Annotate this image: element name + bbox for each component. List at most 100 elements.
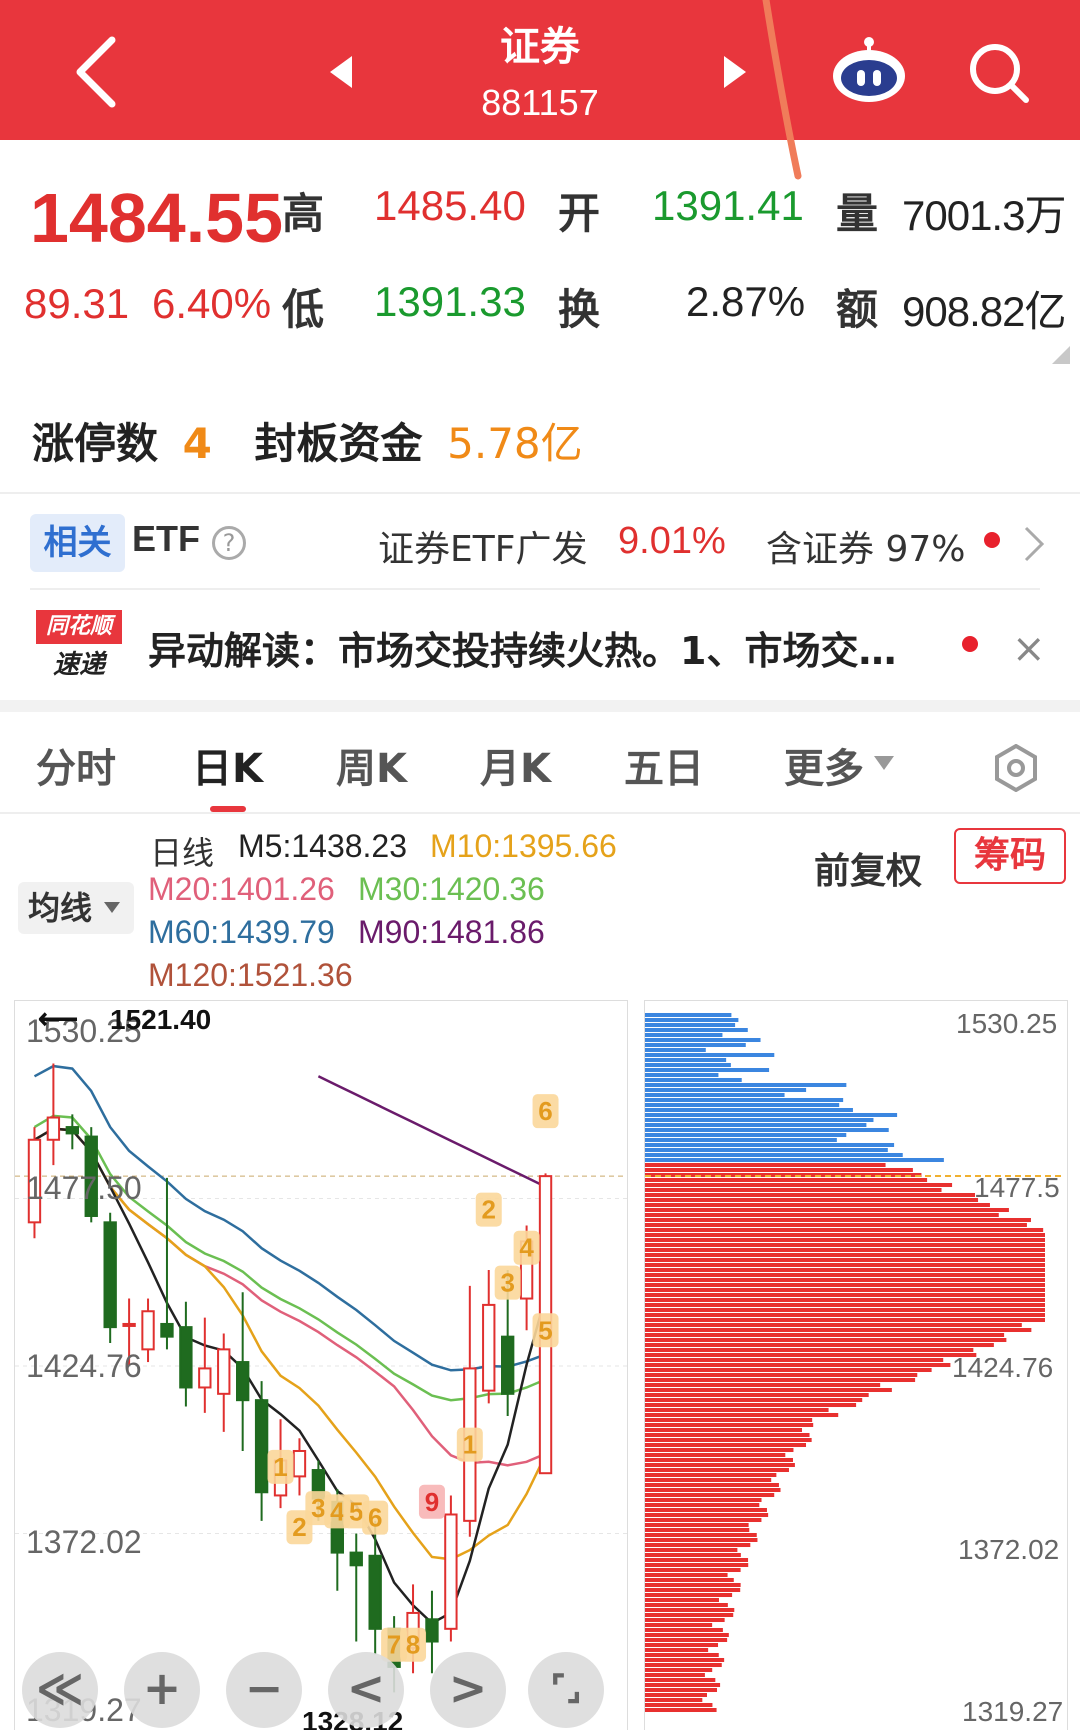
chip-bar-profit xyxy=(645,1103,840,1107)
chip-bar-loss xyxy=(645,1223,1027,1227)
chip-bar-loss xyxy=(645,1323,1022,1327)
fullscreen-button[interactable]: ⌜⌟ xyxy=(528,1652,604,1728)
ma90-line xyxy=(317,1075,547,1188)
step-right-button[interactable]: > xyxy=(430,1652,506,1728)
search-icon[interactable] xyxy=(968,42,1030,104)
chip-bar-loss xyxy=(645,1163,886,1167)
chip-bar-profit xyxy=(645,1123,867,1127)
chip-bar-loss xyxy=(645,1208,1009,1212)
chip-bar-loss xyxy=(645,1408,829,1412)
chip-bar-loss xyxy=(645,1303,1045,1307)
tab-weekly-k[interactable]: 周K xyxy=(336,736,407,794)
chip-bar-loss xyxy=(645,1418,813,1422)
signal-marker-label: 4 xyxy=(519,1233,534,1263)
limit-up-row: 涨停数 4 封板资金 5.78亿 xyxy=(32,410,593,471)
news-headline[interactable]: 异动解读：市场交投持续火热。1、市场交… xyxy=(148,620,950,675)
chip-bar-loss xyxy=(645,1578,734,1582)
chip-bar-loss xyxy=(645,1708,717,1712)
high-value: 1485.40 xyxy=(374,182,526,229)
high-label: 高 xyxy=(282,189,325,238)
candle-body xyxy=(501,1335,515,1395)
turnover-label: 换 xyxy=(558,285,601,334)
chip-bar-loss xyxy=(645,1583,741,1587)
signal-marker-label: 5 xyxy=(349,1496,363,1526)
chip-bar-loss xyxy=(645,1178,928,1182)
chip-bar-loss xyxy=(645,1423,814,1427)
divider xyxy=(0,492,1080,494)
chip-bar-profit xyxy=(645,1148,888,1152)
chip-bar-loss xyxy=(645,1628,723,1632)
chip-bar-profit xyxy=(645,1153,903,1157)
chip-bar-profit xyxy=(645,1048,706,1052)
divider xyxy=(0,812,1080,814)
chip-bar-loss xyxy=(645,1503,760,1507)
news-flash-row[interactable]: 同花顺 速递 异动解读：市场交投持续火热。1、市场交… × xyxy=(0,600,1080,690)
tab-five-day[interactable]: 五日 xyxy=(624,736,704,794)
chip-bar-loss xyxy=(645,1188,942,1192)
chip-bar-loss xyxy=(645,1508,767,1512)
chip-bar-loss xyxy=(645,1358,944,1362)
signal-marker-label: 9 xyxy=(425,1487,439,1517)
related-etf-row[interactable]: 相关 ETF ? 证券ETF广发 9.01% 含证券 97% xyxy=(0,508,1080,578)
next-stock-icon[interactable] xyxy=(720,52,750,92)
low-value: 1391.33 xyxy=(374,278,526,325)
chip-bar-loss xyxy=(645,1338,1007,1342)
chip-bar-profit xyxy=(645,1068,770,1072)
chip-bar-loss xyxy=(645,1528,750,1532)
chevron-right-icon[interactable] xyxy=(1022,524,1046,564)
tab-monthly-k[interactable]: 月K xyxy=(480,736,551,794)
chip-bar-loss xyxy=(645,1648,709,1652)
chip-bar-loss xyxy=(645,1613,734,1617)
etf-change-pct: 9.01% xyxy=(618,520,726,562)
chip-bar-loss xyxy=(645,1673,705,1677)
chip-bar-profit xyxy=(645,1028,748,1032)
top-bar: 证券 881157 xyxy=(0,0,1080,140)
hand-drawn-mark xyxy=(762,0,802,180)
ma-selector[interactable]: 均线 xyxy=(18,882,134,934)
chip-bar-loss xyxy=(645,1483,779,1487)
help-icon[interactable]: ? xyxy=(212,526,246,560)
chip-bar-profit xyxy=(645,1023,736,1027)
scroll-left-fast-button[interactable]: ≪ xyxy=(22,1652,98,1728)
chip-bar-loss xyxy=(645,1318,1045,1322)
ma30-value: M30:1420.36 xyxy=(358,871,545,907)
tab-more[interactable]: 更多 xyxy=(784,736,864,794)
news-logo-top: 同花顺 xyxy=(36,610,122,644)
chip-bar-loss xyxy=(645,1533,757,1537)
prev-stock-icon[interactable] xyxy=(326,52,356,92)
caret-down-icon xyxy=(104,902,120,913)
chip-bar-loss xyxy=(645,1353,977,1357)
chip-bar-loss xyxy=(645,1293,1045,1297)
settings-icon[interactable] xyxy=(992,744,1040,792)
chips-button[interactable]: 筹码 xyxy=(954,828,1066,884)
y-tick-label: 1424.76 xyxy=(26,1348,142,1384)
robot-assistant-icon[interactable] xyxy=(830,36,908,104)
chip-bar-loss xyxy=(645,1198,979,1202)
zoom-out-button[interactable]: − xyxy=(226,1652,302,1728)
chip-tick-label: 1319.27 xyxy=(962,1696,1064,1727)
tab-daily-k[interactable]: 日K xyxy=(192,736,263,794)
ma5-value: M5:1438.23 xyxy=(238,828,408,864)
chip-bar-loss xyxy=(645,1678,716,1682)
adjust-mode-button[interactable]: 前复权 xyxy=(814,842,922,894)
chip-bar-profit xyxy=(645,1158,944,1162)
ma20-value: M20:1401.26 xyxy=(148,871,335,907)
tab-intraday[interactable]: 分时 xyxy=(36,736,116,794)
chip-bar-loss xyxy=(645,1513,769,1517)
zoom-in-button[interactable]: + xyxy=(124,1652,200,1728)
chip-bar-loss xyxy=(645,1263,1045,1267)
chip-bar-loss xyxy=(645,1653,719,1657)
chip-bar-loss xyxy=(645,1593,733,1597)
close-icon[interactable]: × xyxy=(1012,626,1046,672)
step-left-button[interactable]: < xyxy=(328,1652,404,1728)
chip-bar-loss xyxy=(645,1393,869,1397)
chip-bar-loss xyxy=(645,1473,777,1477)
expand-corner-icon[interactable] xyxy=(1052,346,1070,364)
price-change-pct: 6.40% xyxy=(152,280,272,327)
chip-bar-loss xyxy=(645,1498,762,1502)
limit-count: 4 xyxy=(182,419,212,468)
caret-down-icon[interactable] xyxy=(874,756,894,772)
signal-marker-label: 6 xyxy=(368,1503,382,1533)
chip-bar-loss xyxy=(645,1563,749,1567)
etf-label: ETF xyxy=(132,518,200,559)
